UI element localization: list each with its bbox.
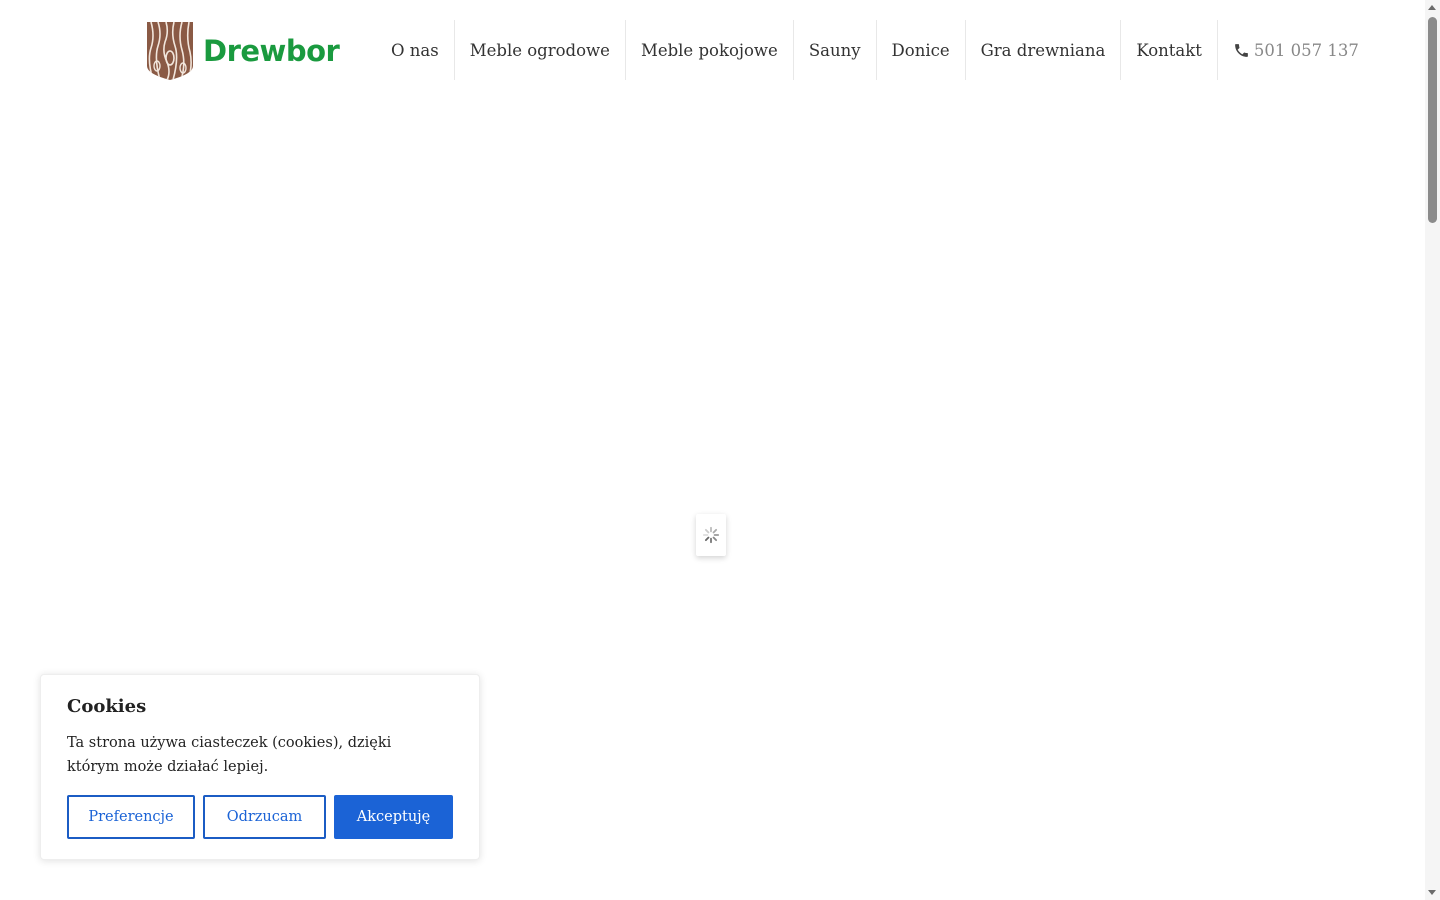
logo-link[interactable]: Drewbor	[145, 22, 340, 80]
cookie-text: Ta strona używa ciasteczek (cookies), dz…	[67, 735, 392, 775]
cookie-title: Cookies	[67, 696, 147, 717]
loading-spinner	[696, 514, 726, 556]
phone-link[interactable]: 501 057 137	[1218, 20, 1359, 80]
scroll-thumb[interactable]	[1428, 17, 1437, 223]
main-nav: O nas Meble ogrodowe Meble pokojowe Saun…	[376, 20, 1359, 80]
scroll-down-arrow-icon[interactable]	[1428, 890, 1436, 895]
phone-number: 501 057 137	[1253, 40, 1359, 60]
nav-item-meble-ogrodowe[interactable]: Meble ogrodowe	[455, 20, 626, 80]
nav-item-o-nas[interactable]: O nas	[376, 20, 455, 80]
phone-icon	[1234, 43, 1248, 57]
spinner-icon	[702, 526, 720, 544]
reject-button[interactable]: Odrzucam	[203, 795, 326, 839]
nav-item-kontakt[interactable]: Kontakt	[1121, 20, 1218, 80]
cookie-buttons: Preferencje Odrzucam Akceptuję	[67, 795, 453, 839]
cookie-consent-panel: Cookies Ta strona używa ciasteczek (cook…	[40, 674, 480, 860]
nav-item-gra-drewniana[interactable]: Gra drewniana	[966, 20, 1122, 80]
nav-item-sauny[interactable]: Sauny	[794, 20, 877, 80]
preferences-button[interactable]: Preferencje	[67, 795, 195, 839]
scroll-up-arrow-icon[interactable]	[1428, 5, 1436, 10]
site-header: Drewbor O nas Meble ogrodowe Meble pokoj…	[0, 0, 1425, 100]
page-scrollbar[interactable]	[1425, 0, 1440, 900]
page: Drewbor O nas Meble ogrodowe Meble pokoj…	[0, 0, 1440, 900]
logo-text: Drewbor	[203, 34, 340, 68]
accept-button[interactable]: Akceptuję	[334, 795, 453, 839]
nav-item-donice[interactable]: Donice	[877, 20, 966, 80]
nav-item-meble-pokojowe[interactable]: Meble pokojowe	[626, 20, 794, 80]
logo-wood-icon	[147, 22, 193, 80]
